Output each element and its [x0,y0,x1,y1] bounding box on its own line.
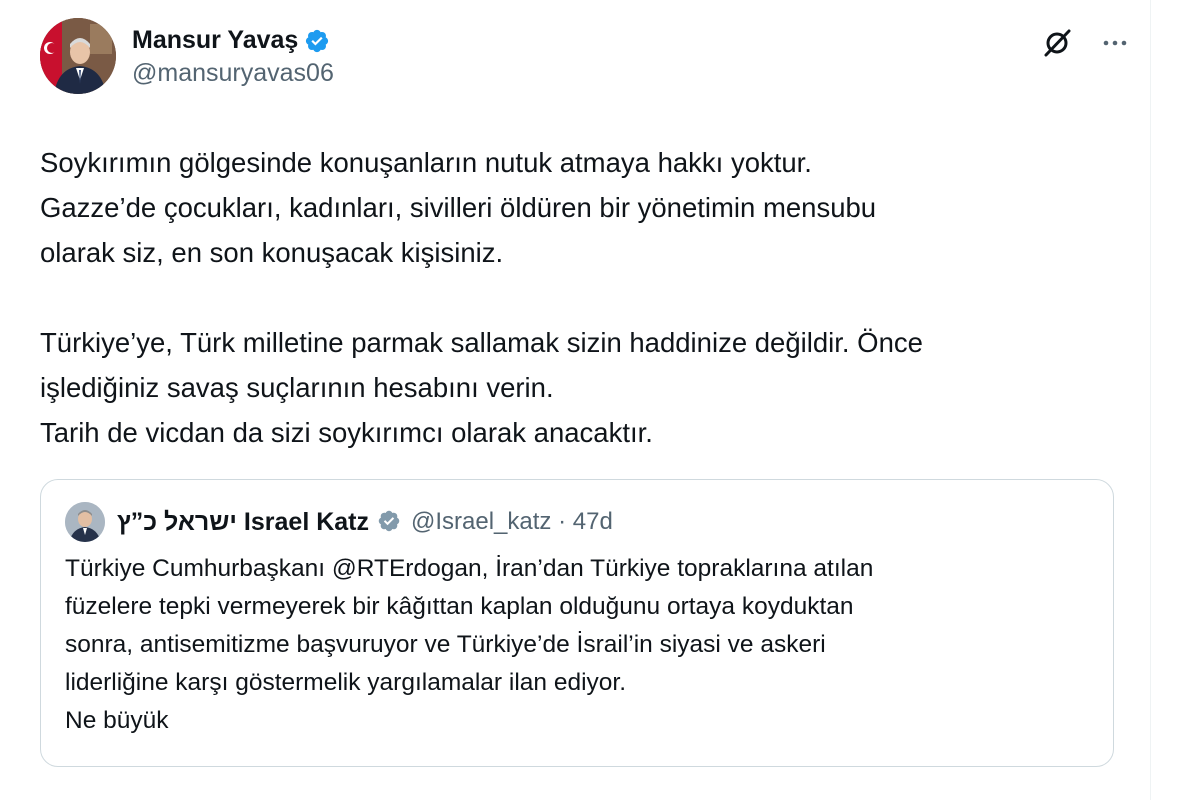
tweet-actions [1042,28,1130,58]
verified-badge-icon [304,28,330,54]
author-names: Mansur Yavaş @mansuryavas06 [132,26,334,88]
quoted-tweet[interactable]: ישראל כ”ץ Israel Katz @Israel_katz · 47d… [40,479,1114,767]
author-display-name[interactable]: Mansur Yavaş [132,26,298,55]
grok-icon[interactable] [1042,28,1072,58]
quoted-tweet-header: ישראל כ”ץ Israel Katz @Israel_katz · 47d [65,500,1089,544]
quoted-author-display-name[interactable]: ישראל כ”ץ Israel Katz [117,508,369,537]
quoted-handle-time[interactable]: @Israel_katz · 47d [411,508,613,536]
display-name-row: Mansur Yavaş [132,26,334,55]
author-handle[interactable]: @mansuryavas06 [132,59,334,88]
quoted-tweet-text: Türkiye Cumhurbaşkanı @RTErdogan, İran’d… [65,555,874,734]
verified-badge-icon [377,509,403,535]
author-avatar[interactable] [40,18,116,94]
column-divider [1150,0,1151,800]
quoted-author-avatar[interactable] [65,502,105,542]
more-options-icon[interactable] [1100,28,1130,58]
tweet-text: Soykırımın gölgesinde konuşanların nutuk… [40,147,923,448]
tweet[interactable]: Mansur Yavaş @mansuryavas06 Soykırımın g… [40,18,1130,767]
tweet-header: Mansur Yavaş @mansuryavas06 [40,18,1130,108]
